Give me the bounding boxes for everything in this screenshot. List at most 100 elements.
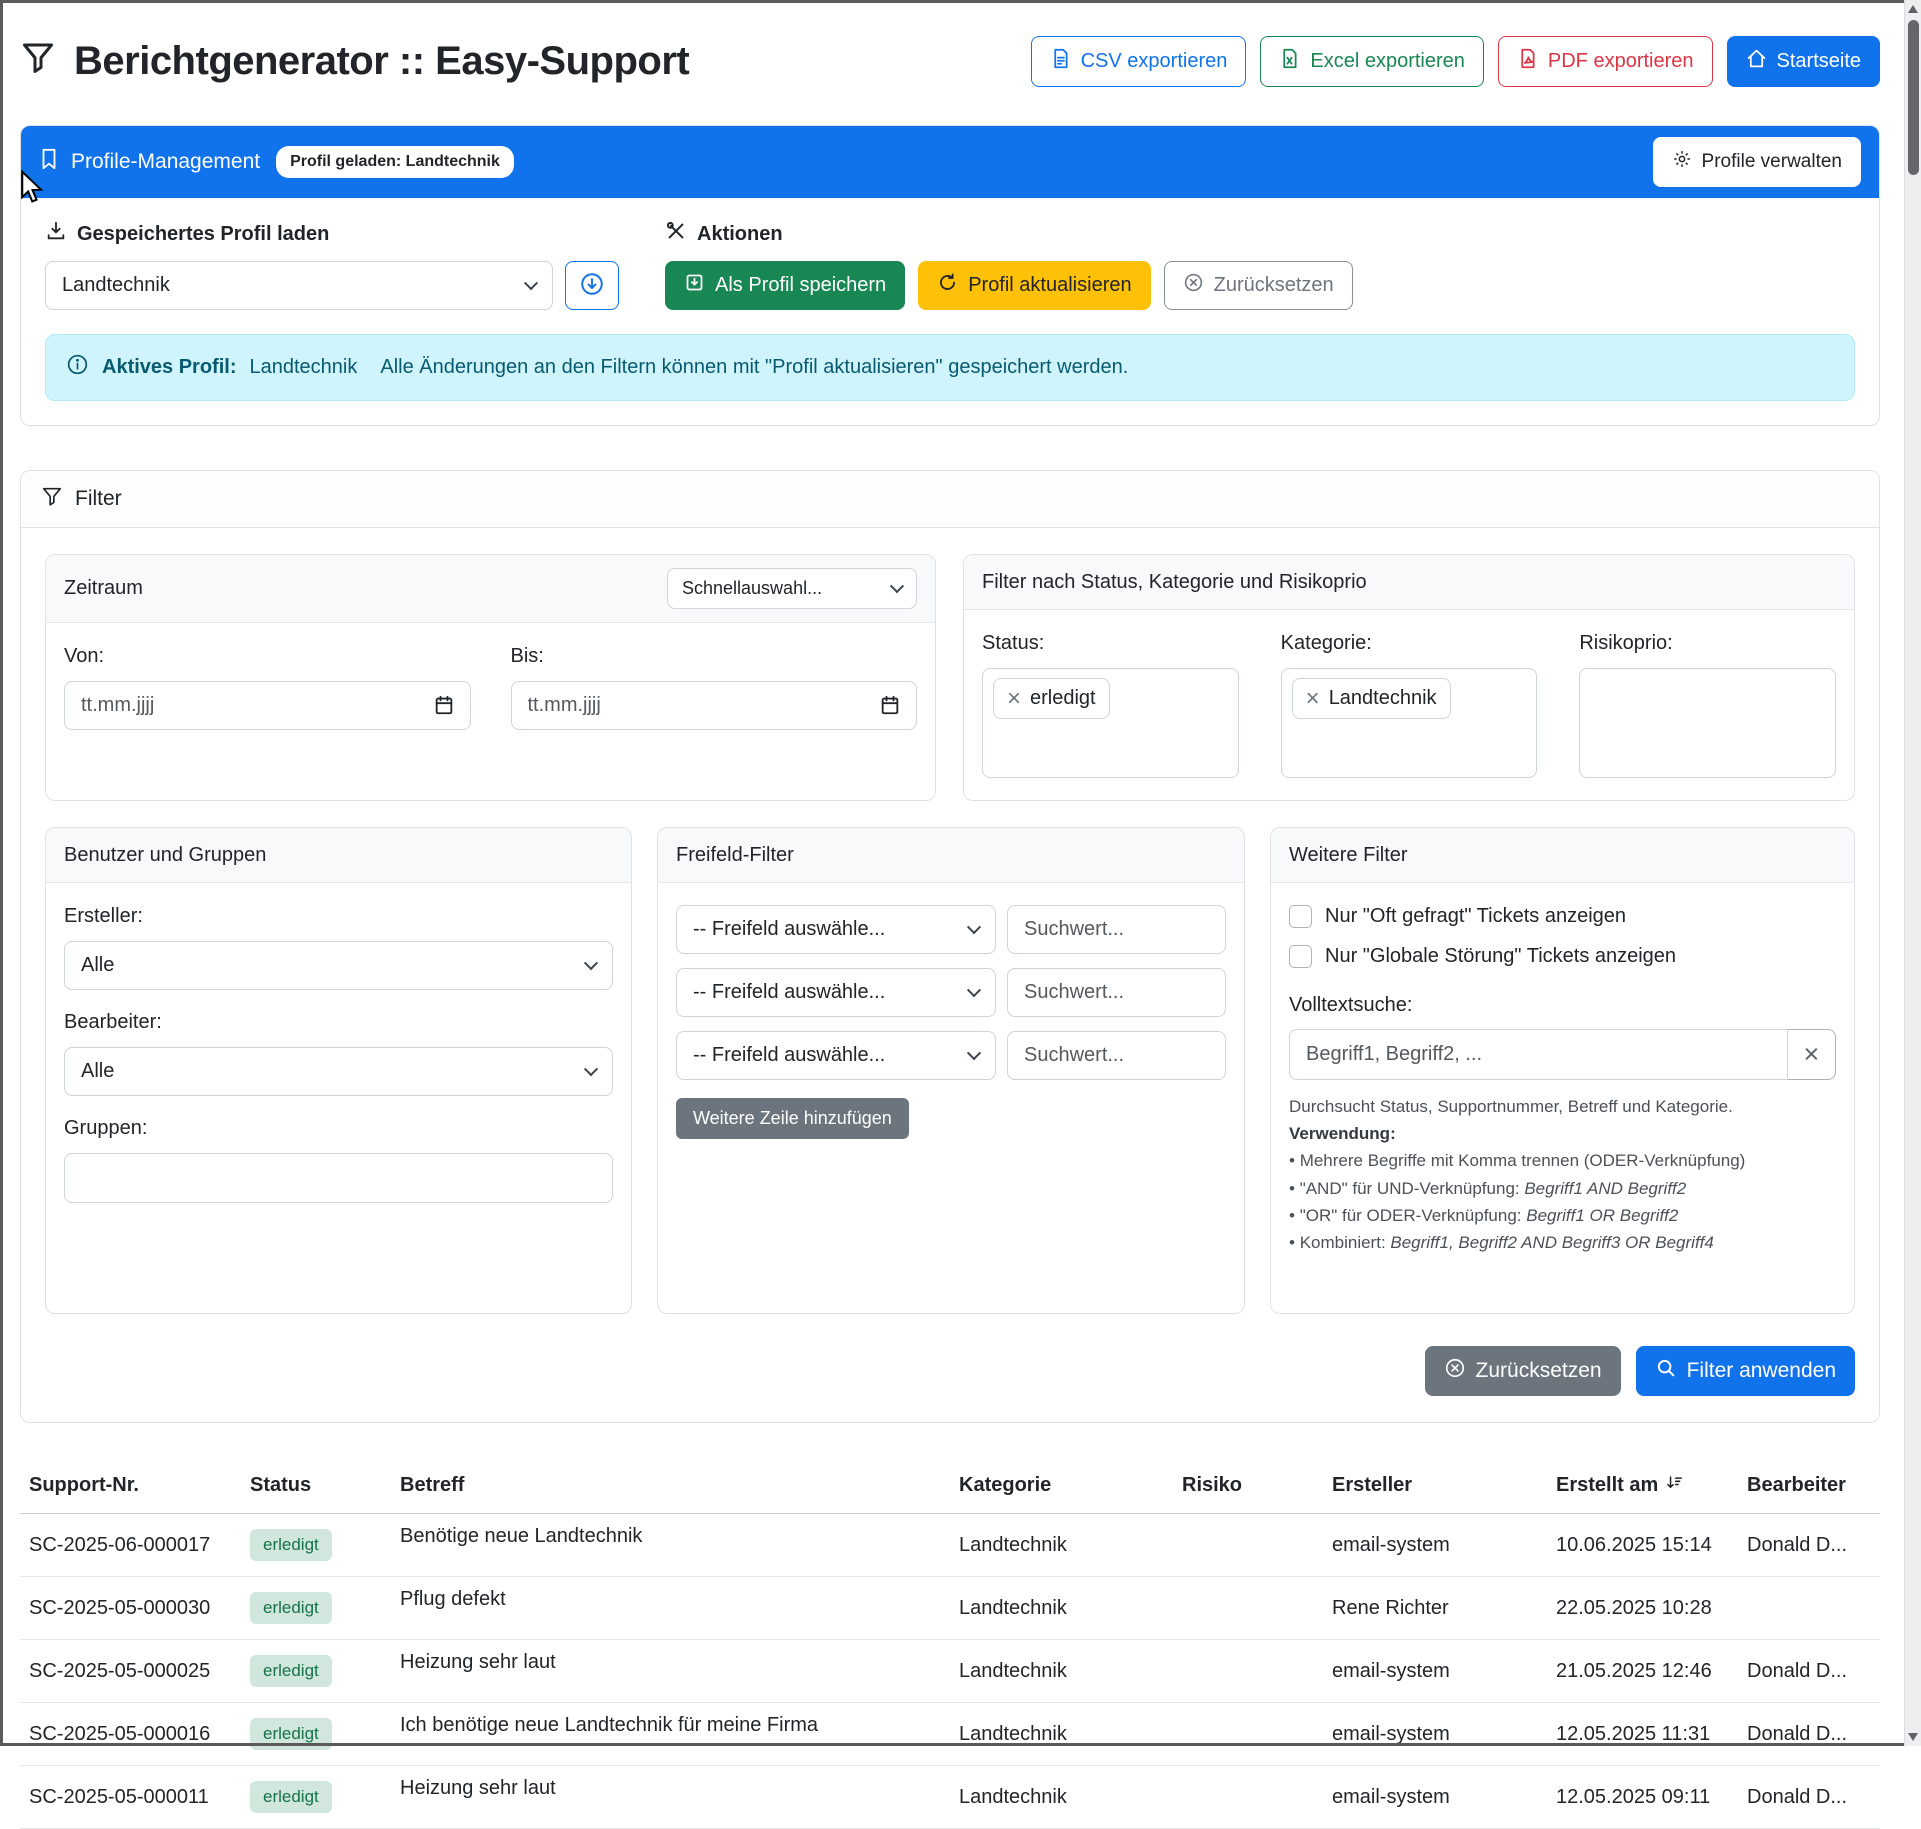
- home-icon: [1746, 48, 1767, 75]
- calendar-icon[interactable]: [433, 694, 455, 721]
- gear-icon: [1672, 149, 1692, 175]
- help-bullet: "OR" für ODER-Verknüpfung: Begriff1 OR B…: [1289, 1202, 1836, 1229]
- globale-stoerung-checkbox-label: Nur "Globale Störung" Tickets anzeigen: [1325, 945, 1676, 968]
- cell-bearbeiter: Donald D...: [1739, 1514, 1880, 1577]
- active-profile-name: Landtechnik: [249, 356, 357, 379]
- freifeld-panel-header: Freifeld-Filter: [658, 828, 1244, 883]
- freifeld-select-1[interactable]: -- Freifeld auswähle...: [676, 905, 996, 954]
- clear-search-button[interactable]: ×: [1788, 1029, 1836, 1080]
- tools-icon: [665, 220, 687, 248]
- export-csv-button[interactable]: CSV exportieren: [1031, 36, 1247, 87]
- results-table-section: Support-Nr. Status Betreff Kategorie Ris…: [20, 1461, 1880, 1829]
- filter-card-header: Filter: [21, 471, 1879, 528]
- tickets-table: Support-Nr. Status Betreff Kategorie Ris…: [20, 1461, 1880, 1829]
- export-excel-button[interactable]: Excel exportieren: [1260, 36, 1484, 87]
- cell-kategorie: Landtechnik: [951, 1514, 1174, 1577]
- freifeld-select-3[interactable]: -- Freifeld auswähle...: [676, 1031, 996, 1080]
- home-button[interactable]: Startseite: [1727, 36, 1880, 87]
- zeitraum-title: Zeitraum: [64, 577, 143, 600]
- kategorie-selected-option[interactable]: × Landtechnik: [1292, 678, 1451, 719]
- save-as-profile-button[interactable]: Als Profil speichern: [665, 261, 905, 310]
- status-panel-header: Filter nach Status, Kategorie und Risiko…: [964, 555, 1854, 610]
- quick-select[interactable]: Schnellauswahl...: [667, 568, 917, 609]
- volltextsuche-help: Durchsucht Status, Supportnummer, Betref…: [1289, 1093, 1836, 1256]
- save-icon: [684, 272, 705, 299]
- cell-status: erledigt: [242, 1640, 392, 1703]
- profile-management-header: Profile-Management Profil geladen: Landt…: [21, 126, 1879, 198]
- gruppen-multiselect[interactable]: [64, 1153, 613, 1203]
- help-bullet: Kombiniert: Begriff1, Begriff2 AND Begri…: [1289, 1229, 1836, 1256]
- col-bearbeiter[interactable]: Bearbeiter: [1739, 1461, 1880, 1514]
- scrollbar-down-arrow-icon[interactable]: [1908, 1733, 1918, 1741]
- scrollbar-thumb[interactable]: [1908, 20, 1919, 175]
- freifeld-value-input-2[interactable]: [1007, 968, 1226, 1017]
- cell-kategorie: Landtechnik: [951, 1766, 1174, 1829]
- table-row: SC-2025-05-000030 erledigt Pflug defekt …: [20, 1577, 1880, 1640]
- cell-risiko: [1174, 1577, 1324, 1640]
- status-selected-option[interactable]: × erledigt: [993, 678, 1110, 719]
- status-badge: erledigt: [250, 1592, 332, 1624]
- kategorie-multiselect[interactable]: × Landtechnik: [1281, 668, 1538, 778]
- report-generator-page: Berichtgenerator :: Easy-Support CSV exp…: [20, 0, 1880, 1829]
- cell-ersteller: email-system: [1324, 1766, 1548, 1829]
- quick-select-value: Schnellauswahl...: [682, 578, 822, 599]
- risikoprio-multiselect[interactable]: [1579, 668, 1836, 778]
- manage-profiles-button[interactable]: Profile verwalten: [1653, 137, 1861, 187]
- funnel-icon: [20, 39, 56, 85]
- add-freifeld-row-button[interactable]: Weitere Zeile hinzufügen: [676, 1098, 909, 1139]
- cell-support-nr: SC-2025-05-000025: [20, 1640, 242, 1703]
- cell-ersteller: Rene Richter: [1324, 1577, 1548, 1640]
- table-header-row: Support-Nr. Status Betreff Kategorie Ris…: [20, 1461, 1880, 1514]
- freifeld-select-2[interactable]: -- Freifeld auswähle...: [676, 968, 996, 1017]
- benutzer-panel-header: Benutzer und Gruppen: [46, 828, 631, 883]
- cell-erstellt-am: 12.05.2025 11:31: [1548, 1703, 1739, 1766]
- apply-filter-button[interactable]: Filter anwenden: [1636, 1346, 1855, 1396]
- col-betreff[interactable]: Betreff: [392, 1461, 951, 1514]
- col-support-nr[interactable]: Support-Nr.: [20, 1461, 242, 1514]
- calendar-icon[interactable]: [879, 694, 901, 721]
- freifeld-value-input-1[interactable]: [1007, 905, 1226, 954]
- date-to-input[interactable]: [511, 681, 918, 730]
- date-from-input[interactable]: [64, 681, 471, 730]
- file-csv-icon: [1050, 48, 1071, 75]
- circle-x-icon: [1183, 272, 1204, 299]
- oft-gefragt-checkbox[interactable]: [1289, 905, 1312, 928]
- circle-down-icon: [579, 271, 605, 300]
- freifeld-value-input-3[interactable]: [1007, 1031, 1226, 1080]
- cell-status: erledigt: [242, 1514, 392, 1577]
- chevron-down-icon: [967, 1046, 981, 1060]
- load-profile-button[interactable]: [565, 261, 619, 310]
- ersteller-select[interactable]: Alle: [64, 941, 613, 990]
- benutzer-panel-title: Benutzer und Gruppen: [64, 844, 266, 867]
- reset-filter-button[interactable]: Zurücksetzen: [1425, 1346, 1621, 1396]
- vertical-scrollbar[interactable]: [1904, 0, 1921, 1746]
- col-risiko[interactable]: Risiko: [1174, 1461, 1324, 1514]
- table-row: SC-2025-06-000017 erledigt Benötige neue…: [20, 1514, 1880, 1577]
- cell-erstellt-am: 12.05.2025 09:11: [1548, 1766, 1739, 1829]
- col-status[interactable]: Status: [242, 1461, 392, 1514]
- bearbeiter-select[interactable]: Alle: [64, 1047, 613, 1096]
- cell-kategorie: Landtechnik: [951, 1577, 1174, 1640]
- globale-stoerung-checkbox[interactable]: [1289, 945, 1312, 968]
- col-erstellt-am[interactable]: Erstellt am: [1548, 1461, 1739, 1514]
- status-multiselect[interactable]: × erledigt: [982, 668, 1239, 778]
- active-profile-alert: Aktives Profil: Landtechnik Alle Änderun…: [45, 334, 1855, 401]
- cell-risiko: [1174, 1514, 1324, 1577]
- reset-profile-button[interactable]: Zurücksetzen: [1164, 261, 1353, 310]
- col-ersteller[interactable]: Ersteller: [1324, 1461, 1548, 1514]
- bearbeiter-label: Bearbeiter:: [64, 1011, 613, 1034]
- weitere-panel-title: Weitere Filter: [1289, 844, 1408, 867]
- cell-erstellt-am: 10.06.2025 15:14: [1548, 1514, 1739, 1577]
- freifeld-panel-title: Freifeld-Filter: [676, 844, 794, 867]
- col-kategorie[interactable]: Kategorie: [951, 1461, 1174, 1514]
- scrollbar-up-arrow-icon[interactable]: [1908, 5, 1918, 13]
- status-badge: erledigt: [250, 1781, 332, 1813]
- cell-bearbeiter: [1739, 1577, 1880, 1640]
- table-row: SC-2025-05-000011 erledigt Heizung sehr …: [20, 1766, 1880, 1829]
- benutzer-gruppen-panel: Benutzer und Gruppen Ersteller: Alle Bea…: [45, 827, 632, 1314]
- export-pdf-button[interactable]: PDF exportieren: [1498, 36, 1713, 87]
- saved-profile-select[interactable]: Landtechnik: [45, 261, 553, 310]
- volltextsuche-input[interactable]: [1289, 1029, 1788, 1080]
- update-profile-button[interactable]: Profil aktualisieren: [918, 261, 1150, 310]
- active-profile-label: Aktives Profil:: [102, 356, 236, 379]
